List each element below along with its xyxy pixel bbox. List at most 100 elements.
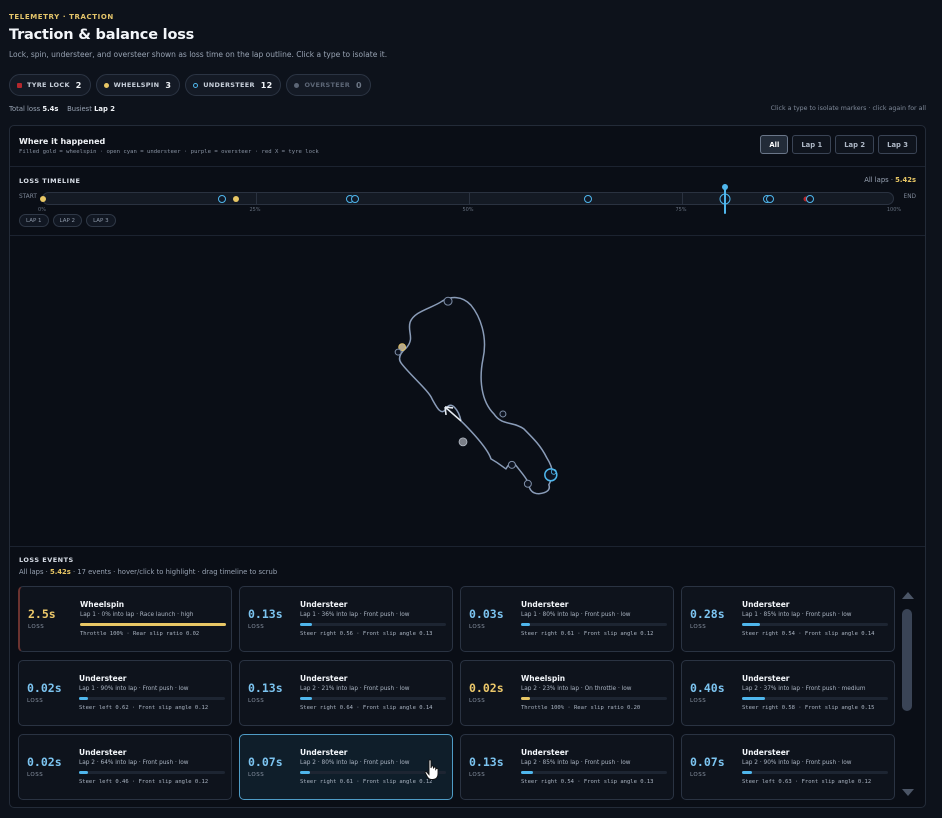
event-severity-fill (80, 623, 226, 626)
timeline-total: 5.42s (895, 176, 916, 184)
event-detail: Steer right 0.54 · Front slip angle 0.13 (521, 779, 654, 785)
events-scope: All laps (19, 568, 44, 576)
scroll-down-icon[interactable] (902, 789, 914, 796)
filter-chip-count: 3 (165, 80, 172, 90)
event-severity-fill (521, 697, 530, 700)
event-severity-fill (300, 771, 311, 774)
loss-event-card[interactable]: 2.5s LOSS Wheelspin Lap 1 · 0% into lap · R… (18, 586, 232, 652)
event-severity-bar (742, 623, 888, 626)
event-severity-bar (300, 623, 446, 626)
loss-event-card[interactable]: 0.07s LOSS Understeer Lap 2 · 90% into lap … (681, 734, 895, 800)
loss-event-card[interactable]: 0.13s LOSS Understeer Lap 2 · 21% into lap … (239, 660, 453, 726)
event-loss-value: 0.02s (27, 755, 62, 769)
panel-legend: Filled gold = wheelspin · open cyan = un… (19, 149, 319, 155)
loss-event-card[interactable]: 0.02s LOSS Wheelspin Lap 2 · 23% into lap ·… (460, 660, 674, 726)
loss-timeline-track[interactable] (40, 184, 894, 214)
lap-filter-buttons: All Lap 1 Lap 2 Lap 3 (760, 135, 917, 154)
loss-event-card[interactable]: 0.13s LOSS Understeer Lap 2 · 85% into lap … (460, 734, 674, 800)
map-marker-understeer (507, 460, 516, 469)
event-detail: Steer left 0.46 · Front slip angle 0.12 (79, 779, 209, 785)
lap-button-lap-1[interactable]: Lap 1 (792, 135, 832, 154)
timeline-scrub-handle[interactable] (721, 184, 728, 214)
filter-swatch-icon (193, 82, 199, 88)
event-severity-bar (742, 771, 888, 774)
loss-event-card[interactable]: 0.40s LOSS Understeer Lap 2 · 37% into lap … (681, 660, 895, 726)
event-meta: Lap 2 · 85% into lap · Front push · low (521, 760, 631, 766)
event-loss-value: 0.02s (27, 681, 62, 695)
event-loss-label: LOSS (248, 624, 265, 630)
map-marker-understeer (499, 410, 507, 418)
event-loss-label: LOSS (248, 698, 265, 704)
event-severity-bar (521, 697, 667, 700)
timeline-lap-pill[interactable]: LAP 3 (86, 214, 116, 227)
event-severity-fill (742, 771, 753, 774)
timeline-marker-understeer[interactable] (805, 194, 814, 203)
timeline-lap-pill[interactable]: LAP 2 (52, 214, 83, 227)
lap-button-all[interactable]: All (760, 135, 789, 154)
event-loss-label: LOSS (469, 624, 486, 630)
loss-event-card[interactable]: 0.13s LOSS Understeer Lap 1 · 36% into lap … (239, 586, 453, 652)
loss-event-card[interactable]: 0.07s LOSS Understeer Lap 2 · 80% into lap … (239, 734, 453, 800)
event-detail: Steer left 0.62 · Front slip angle 0.12 (79, 705, 209, 711)
event-meta: Lap 2 · 80% into lap · Front push · low (300, 760, 410, 766)
event-severity-fill (79, 771, 88, 774)
filter-chip-wheelspin[interactable]: WHEELSPIN 3 (95, 74, 181, 96)
event-meta: Lap 1 · 90% into lap · Front push · low (79, 686, 189, 692)
filter-swatch-icon (294, 82, 300, 88)
filter-chip-label: WHEELSPIN (113, 81, 160, 89)
map-marker-understeer (523, 479, 532, 488)
event-type: Understeer (521, 748, 569, 757)
filter-chip-label: OVERSTEER (304, 81, 351, 89)
event-severity-fill (79, 697, 88, 700)
timeline-marker-wheelspin[interactable] (40, 195, 46, 202)
event-severity-fill (300, 697, 312, 700)
timeline-tick-label: 25% (249, 207, 261, 213)
event-loss-value: 0.03s (469, 607, 504, 621)
event-loss-value: 0.07s (248, 755, 283, 769)
event-severity-fill (742, 623, 760, 626)
event-severity-bar (79, 771, 225, 774)
loss-event-card[interactable]: 0.28s LOSS Understeer Lap 1 · 85% into lap … (681, 586, 895, 652)
traction-panel: Where it happened Filled gold = wheelspi… (9, 125, 926, 808)
timeline-marker-understeer[interactable] (584, 194, 593, 203)
busiest-label: Busiest (67, 105, 92, 113)
loss-event-card[interactable]: 0.02s LOSS Understeer Lap 1 · 90% into lap … (18, 660, 232, 726)
timeline-lap-pill[interactable]: LAP 1 (19, 214, 49, 227)
loss-event-card[interactable]: 0.03s LOSS Understeer Lap 1 · 80% into lap … (460, 586, 674, 652)
event-meta: Lap 2 · 23% into lap · On throttle · low (521, 686, 632, 692)
timeline-gridline (682, 193, 683, 204)
event-severity-fill (742, 697, 766, 700)
events-scrollbar[interactable] (901, 592, 914, 796)
timeline-tick-label: 100% (886, 207, 902, 213)
total-loss-label: Total loss (9, 105, 41, 113)
filter-chip-tyre-lock[interactable]: TYRE LOCK 2 (9, 74, 91, 96)
event-meta: Lap 1 · 85% into lap · Front push · low (742, 612, 852, 618)
timeline-marker-understeer[interactable] (350, 194, 359, 203)
event-type: Understeer (79, 674, 127, 683)
event-severity-fill (521, 623, 530, 626)
event-severity-bar (79, 697, 225, 700)
scroll-thumb[interactable] (902, 609, 912, 711)
event-severity-bar (80, 623, 226, 626)
event-loss-label: LOSS (248, 772, 265, 778)
filter-chip-oversteer[interactable]: OVERSTEER 0 (286, 74, 371, 96)
divider (10, 546, 925, 547)
lap-button-lap-2[interactable]: Lap 2 (835, 135, 875, 154)
event-meta: Lap 1 · 36% into lap · Front push · low (300, 612, 410, 618)
track-map[interactable] (10, 236, 925, 546)
timeline-marker-understeer[interactable] (217, 194, 226, 203)
timeline-marker-understeer[interactable] (765, 194, 774, 203)
busiest-value: Lap 2 (94, 105, 115, 113)
map-marker-understeer (394, 348, 402, 356)
event-meta: Lap 2 · 90% into lap · Front push · low (742, 760, 852, 766)
track-outline (398, 296, 554, 495)
event-type: Wheelspin (521, 674, 566, 683)
timeline-summary: All laps · 5.42s (864, 176, 916, 184)
event-loss-label: LOSS (469, 698, 486, 704)
events-summary: All laps · 5.42s · 17 events · hover/cli… (19, 568, 278, 576)
filter-chip-understeer[interactable]: UNDERSTEER 12 (185, 74, 282, 96)
lap-button-lap-3[interactable]: Lap 3 (878, 135, 917, 154)
loss-event-card[interactable]: 0.02s LOSS Understeer Lap 2 · 64% into lap … (18, 734, 232, 800)
timeline-marker-wheelspin[interactable] (232, 195, 239, 202)
scroll-up-icon[interactable] (902, 592, 914, 599)
